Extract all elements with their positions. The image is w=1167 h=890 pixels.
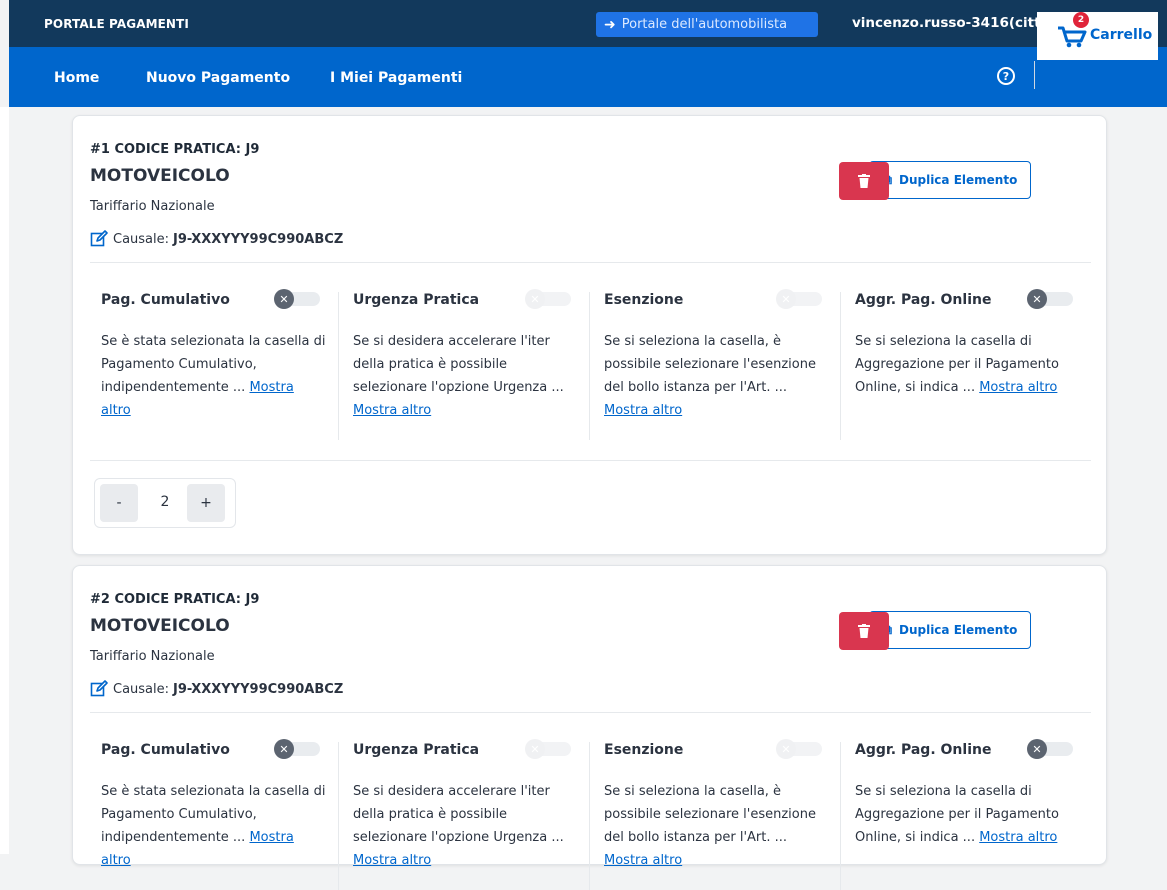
option-description: Se è stata selezionata la casella di Pag… xyxy=(101,330,326,422)
cart-label: Carrello xyxy=(1090,27,1153,43)
toggle-switch[interactable]: ✕ xyxy=(274,289,320,309)
option-title: Aggr. Pag. Online xyxy=(855,292,992,308)
duplicate-button[interactable]: ⧉ Duplica Elemento xyxy=(869,611,1031,649)
x-icon: ✕ xyxy=(525,289,545,309)
pratica-code: #1 CODICE PRATICA: J9 xyxy=(90,142,260,157)
pratica-code: #2 CODICE PRATICA: J9 xyxy=(90,592,260,607)
sign-in-icon: ➜ xyxy=(604,16,616,33)
toggle-switch[interactable]: ✕ xyxy=(1027,739,1073,759)
portal-automobilista-label: Portale dell'automobilista xyxy=(621,17,788,32)
option-title: Pag. Cumulativo xyxy=(101,742,230,758)
option-title: Pag. Cumulativo xyxy=(101,292,230,308)
duplicate-label: Duplica Elemento xyxy=(898,173,1018,187)
x-icon: ✕ xyxy=(274,289,294,309)
show-more-link[interactable]: Mostra altro xyxy=(604,403,682,418)
causale-row: Causale: J9-XXXYYY99C990ABCZ xyxy=(90,680,343,698)
option-description: Se è stata selezionata la casella di Pag… xyxy=(101,780,326,872)
portal-automobilista-button[interactable]: ➜ Portale dell'automobilista xyxy=(596,12,818,37)
option-title: Urgenza Pratica xyxy=(353,292,480,308)
toggle-switch[interactable]: ✕ xyxy=(776,289,822,309)
option-description: Se si seleziona la casella di Aggregazio… xyxy=(855,780,1079,849)
option-text: Se si desidera accelerare l'iter della p… xyxy=(353,784,564,845)
tariff-label: Tariffario Nazionale xyxy=(90,199,215,214)
x-icon: ✕ xyxy=(525,739,545,759)
option-description: Se si seleziona la casella, è possibile … xyxy=(604,780,828,872)
nav-home[interactable]: Home xyxy=(54,70,99,86)
option-esenzione: Esenzione ✕ Se si seleziona la casella, … xyxy=(589,739,840,890)
causale-value: J9-XXXYYY99C990ABCZ xyxy=(173,681,344,697)
toggle-switch[interactable]: ✕ xyxy=(274,739,320,759)
x-icon: ✕ xyxy=(1027,739,1047,759)
cart-icon xyxy=(1058,26,1087,48)
tariff-label: Tariffario Nazionale xyxy=(90,649,215,664)
nav-miei-pagamenti[interactable]: I Miei Pagamenti xyxy=(330,70,462,86)
divider xyxy=(90,262,1091,263)
option-aggr-pag-online: Aggr. Pag. Online ✕ Se si seleziona la c… xyxy=(840,289,1091,440)
edit-icon[interactable] xyxy=(90,230,108,248)
toggle-switch[interactable]: ✕ xyxy=(525,739,571,759)
causale-row: Causale: J9-XXXYYY99C990ABCZ xyxy=(90,230,343,248)
help-circle-icon[interactable]: ? xyxy=(997,67,1015,85)
show-more-link[interactable]: Mostra altro xyxy=(353,403,431,418)
increment-button[interactable]: + xyxy=(187,484,225,522)
option-text: Se si desidera accelerare l'iter della p… xyxy=(353,334,564,395)
toggle-switch[interactable]: ✕ xyxy=(776,739,822,759)
option-description: Se si seleziona la casella, è possibile … xyxy=(604,330,828,422)
option-title: Esenzione xyxy=(604,742,684,758)
option-pag-cumulativo: Pag. Cumulativo ✕ Se è stata selezionata… xyxy=(87,289,338,440)
brand-title[interactable]: PORTALE PAGAMENTI xyxy=(44,17,189,31)
x-icon: ✕ xyxy=(1027,289,1047,309)
vehicle-type: MOTOVEICOLO xyxy=(90,166,230,186)
show-more-link[interactable]: Mostra altro xyxy=(979,830,1057,845)
option-text: Se si seleziona la casella, è possibile … xyxy=(604,334,816,395)
option-title: Aggr. Pag. Online xyxy=(855,742,992,758)
option-aggr-pag-online: Aggr. Pag. Online ✕ Se si seleziona la c… xyxy=(840,739,1091,890)
cart-button[interactable]: 2 Carrello xyxy=(1037,12,1158,60)
option-text: Se si seleziona la casella, è possibile … xyxy=(604,784,816,845)
show-more-link[interactable]: Mostra altro xyxy=(604,853,682,868)
option-urgenza: Urgenza Pratica ✕ Se si desidera acceler… xyxy=(338,739,589,890)
cart-count-badge: 2 xyxy=(1073,12,1089,28)
delete-button[interactable] xyxy=(839,612,889,650)
x-icon: ✕ xyxy=(776,739,796,759)
decrement-button[interactable]: - xyxy=(100,484,138,522)
nav-divider xyxy=(1034,61,1035,89)
edit-icon[interactable] xyxy=(90,680,108,698)
causale-label: Causale: xyxy=(113,681,170,697)
cart-item-card: #1 CODICE PRATICA: J9 MOTOVEICOLO Tariff… xyxy=(72,115,1107,555)
main-nav: Home Nuovo Pagamento I Miei Pagamenti ? xyxy=(9,47,1167,107)
duplicate-button[interactable]: ⧉ Duplica Elemento xyxy=(869,161,1031,199)
toggle-switch[interactable]: ✕ xyxy=(525,289,571,309)
option-esenzione: Esenzione ✕ Se si seleziona la casella, … xyxy=(589,289,840,440)
option-title: Urgenza Pratica xyxy=(353,742,480,758)
show-more-link[interactable]: Mostra altro xyxy=(979,380,1057,395)
option-description: Se si desidera accelerare l'iter della p… xyxy=(353,780,577,872)
divider xyxy=(90,712,1091,713)
quantity-stepper: - 2 + xyxy=(94,478,236,528)
vehicle-type: MOTOVEICOLO xyxy=(90,616,230,636)
option-description: Se si seleziona la casella di Aggregazio… xyxy=(855,330,1079,399)
option-urgenza: Urgenza Pratica ✕ Se si desidera acceler… xyxy=(338,289,589,440)
toggle-switch[interactable]: ✕ xyxy=(1027,289,1073,309)
trash-icon xyxy=(858,624,870,638)
duplicate-label: Duplica Elemento xyxy=(898,623,1018,637)
cart-item-card: #2 CODICE PRATICA: J9 MOTOVEICOLO Tariff… xyxy=(72,565,1107,890)
nav-nuovo-pagamento[interactable]: Nuovo Pagamento xyxy=(146,70,290,86)
x-icon: ✕ xyxy=(274,739,294,759)
trash-icon xyxy=(858,174,870,188)
causale-value: J9-XXXYYY99C990ABCZ xyxy=(173,231,344,247)
left-rail xyxy=(0,107,9,854)
causale-label: Causale: xyxy=(113,231,170,247)
divider xyxy=(90,460,1091,461)
option-description: Se si desidera accelerare l'iter della p… xyxy=(353,330,577,422)
delete-button[interactable] xyxy=(839,162,889,200)
x-icon: ✕ xyxy=(776,289,796,309)
quantity-value[interactable]: 2 xyxy=(153,494,177,510)
option-pag-cumulativo: Pag. Cumulativo ✕ Se è stata selezionata… xyxy=(87,739,338,890)
show-more-link[interactable]: Mostra altro xyxy=(353,853,431,868)
option-title: Esenzione xyxy=(604,292,684,308)
